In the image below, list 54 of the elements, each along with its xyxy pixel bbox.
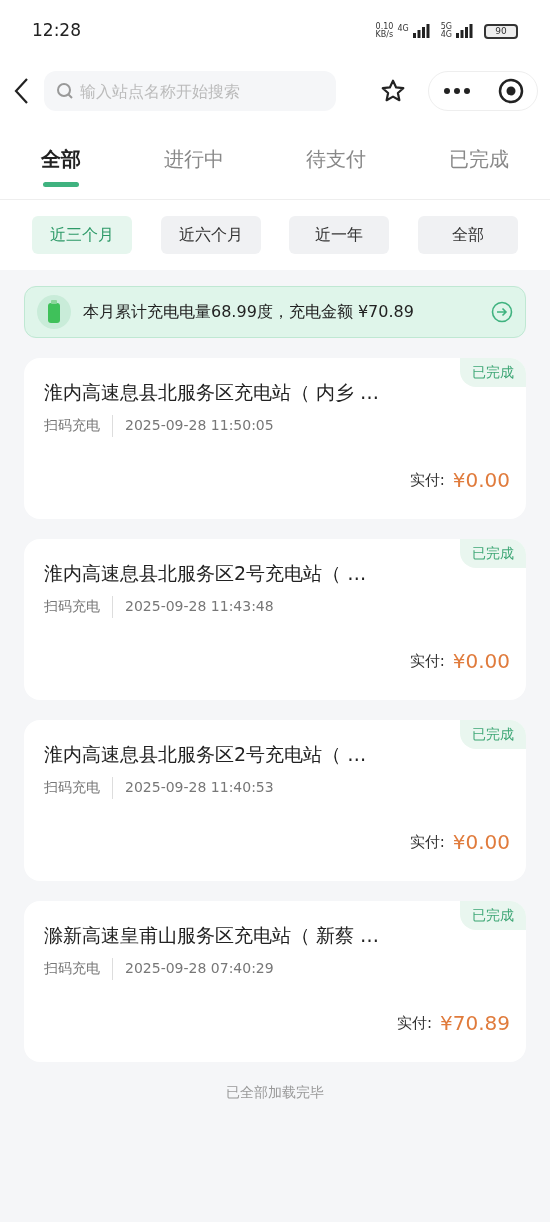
paid-amount: ¥0.00	[452, 829, 510, 856]
order-card[interactable]: 已完成 淮内高速息县北服务区2号充电站（ … 扫码充电 2025-09-28 11:43:48 实付: ¥0.00	[24, 539, 526, 700]
network-type: 4G	[397, 23, 409, 35]
charge-method: 扫码充电	[44, 959, 100, 978]
star-icon[interactable]	[380, 78, 406, 104]
tab[interactable]: 已完成	[448, 144, 509, 187]
order-card[interactable]: 已完成 淮内高速息县北服务区充电站（ 内乡 … 扫码充电 2025-09-28 11:50:05 实付: ¥0.00	[24, 358, 526, 519]
status-time: 12:28	[32, 19, 81, 43]
order-card[interactable]: 已完成 淮内高速息县北服务区2号充电站（ … 扫码充电 2025-09-28 11:40:53 实付: ¥0.00	[24, 720, 526, 881]
paid-amount: ¥70.89	[440, 1010, 510, 1037]
station-name: 淮内高速息县北服务区充电站（ 内乡 …	[44, 380, 381, 405]
paid-amount: ¥0.00	[452, 467, 510, 494]
order-time: 2025-09-28 11:40:53	[125, 778, 274, 797]
station-name: 淮内高速息县北服务区2号充电站（ …	[44, 742, 368, 767]
paid-label: 实付:	[409, 469, 445, 491]
battery-level: 90	[495, 26, 507, 36]
summary-text: 本月累计充电电量68.99度，充电金额 ¥70.89	[83, 301, 414, 323]
paid-label: 实付:	[409, 831, 445, 853]
paid-amount: ¥0.00	[452, 648, 510, 675]
paid-label: 实付:	[409, 650, 445, 672]
station-name: 淮内高速息县北服务区2号充电站（ …	[44, 561, 368, 586]
signal-icon	[456, 24, 476, 38]
more-icon[interactable]	[442, 87, 471, 95]
charge-method: 扫码充电	[44, 597, 100, 616]
arrow-right-icon	[491, 301, 513, 323]
paid-label: 实付:	[396, 1012, 432, 1034]
order-card[interactable]: 已完成 滁新高速皇甫山服务区充电站（ 新蔡 … 扫码充电 2025-09-28 07:40:29 实付: ¥70.89	[24, 901, 526, 1062]
station-name: 滁新高速皇甫山服务区充电站（ 新蔡 …	[44, 923, 381, 948]
network-speed: 0.10	[375, 23, 394, 31]
load-complete-text: 已全部加载完毕	[225, 1083, 325, 1102]
status-badge: 已完成	[460, 901, 526, 930]
filter-chip[interactable]: 近一年	[289, 216, 390, 254]
filter-chip[interactable]: 全部	[417, 216, 518, 254]
charge-method: 扫码充电	[44, 778, 100, 797]
tab[interactable]: 全部	[41, 144, 82, 187]
filter-chip[interactable]: 近六个月	[160, 216, 261, 254]
charge-method: 扫码充电	[44, 416, 100, 435]
network-type: 4G	[440, 31, 452, 39]
speed-unit: KB/s	[375, 31, 394, 39]
signal-icon	[412, 24, 433, 38]
status-badge: 已完成	[460, 358, 526, 387]
status-badge: 已完成	[460, 720, 526, 749]
target-icon[interactable]	[497, 78, 524, 104]
status-badge: 已完成	[460, 539, 526, 568]
summary-banner[interactable]: 本月累计充电电量68.99度，充电金额 ¥70.89	[24, 286, 526, 338]
tab[interactable]: 进行中	[163, 144, 224, 187]
order-time: 2025-09-28 11:50:05	[125, 416, 274, 435]
tab[interactable]: 待支付	[306, 144, 367, 187]
order-time: 2025-09-28 11:43:48	[125, 597, 274, 616]
network-type: 5G	[440, 23, 452, 31]
battery-icon	[37, 295, 71, 329]
search-icon	[56, 82, 74, 100]
order-time: 2025-09-28 07:40:29	[125, 959, 274, 978]
search-field[interactable]: 输入站点名称开始搜索	[44, 71, 336, 111]
